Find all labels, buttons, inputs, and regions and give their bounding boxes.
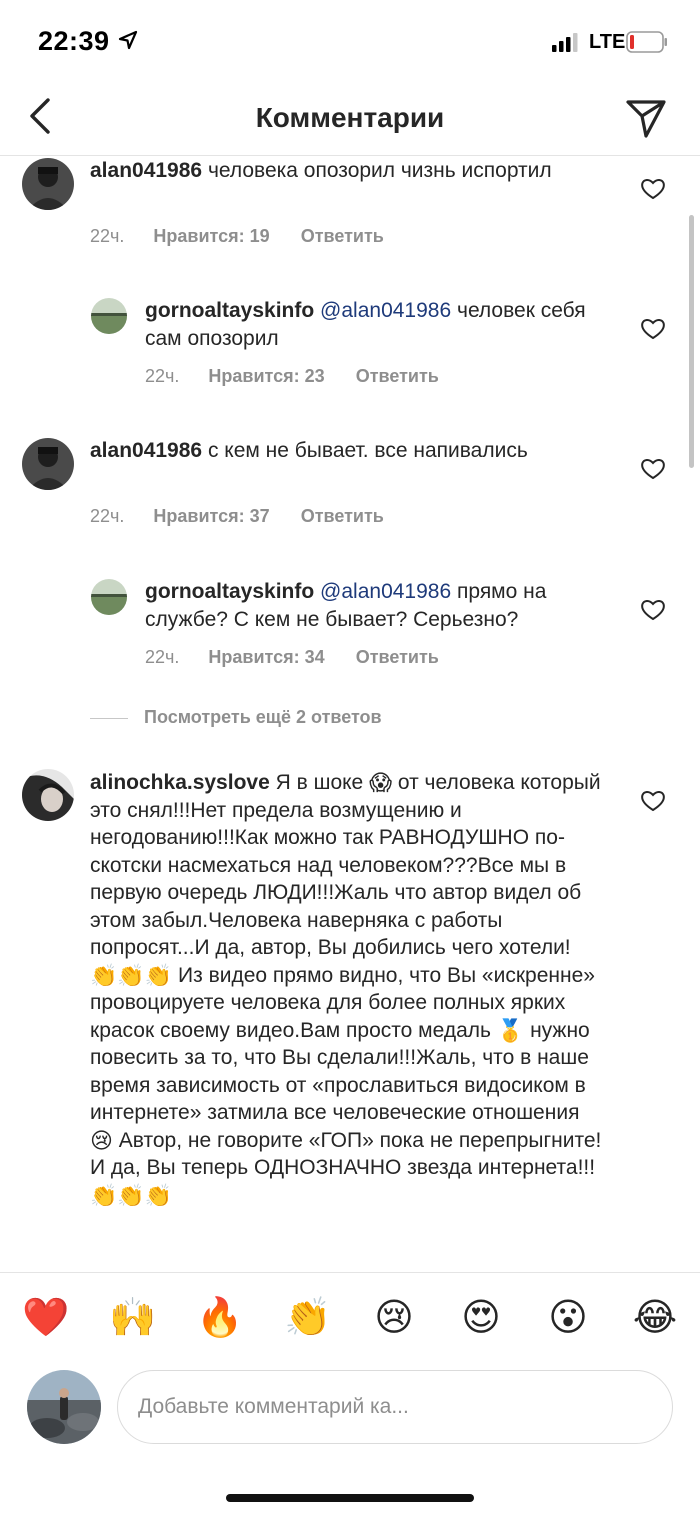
comment-time: 22ч. (90, 506, 125, 526)
comment-text: gornoaltayskinfo @alan041986 прямо на сл… (145, 578, 615, 633)
home-indicator[interactable] (226, 1494, 474, 1502)
comment-likes[interactable]: Нравится: 37 (153, 506, 269, 526)
avatar[interactable] (22, 438, 74, 490)
reply-button[interactable]: Ответить (356, 647, 439, 667)
comment-username[interactable]: gornoaltayskinfo (145, 299, 314, 322)
like-heart-icon[interactable] (640, 177, 666, 201)
comment-body-part: Автор, не говорите «ГОП» пока не перепры… (90, 1128, 602, 1180)
comment-mention[interactable]: @alan041986 (320, 299, 451, 322)
avatar[interactable] (22, 769, 74, 821)
laughing-emoji-button[interactable]: 😂 (632, 1295, 678, 1341)
like-heart-icon[interactable] (640, 598, 666, 622)
comment-composer (0, 1356, 700, 1456)
comment-username[interactable]: alinochka.syslove (90, 771, 270, 794)
comment-time: 22ч. (145, 366, 180, 386)
comments-list[interactable]: alan041986 человека опозорил чизнь испор… (0, 157, 700, 1270)
crying-emoji: 😢 (90, 1127, 113, 1153)
emoji-quick-bar: ❤️ 🙌 🔥 👏 😢 😍 😮 😂 (0, 1272, 700, 1356)
comment-username[interactable]: alan041986 (90, 159, 202, 182)
crying-emoji-button[interactable]: 😢 (371, 1295, 417, 1341)
heart-emoji-button[interactable]: ❤️ (22, 1295, 69, 1341)
scrollbar[interactable] (689, 215, 694, 468)
direct-share-icon[interactable] (624, 96, 668, 140)
page-title: Комментарии (255, 102, 445, 133)
my-avatar (27, 1370, 101, 1444)
comment-body-part: от человека который это снял!!!Нет преде… (90, 771, 601, 959)
comment-body: человека опозорил чизнь испортил (207, 159, 552, 182)
comment-meta: 22ч. Нравится: 23 Ответить (145, 366, 439, 387)
comment-meta: 22ч. Нравится: 19 Ответить (90, 226, 384, 247)
view-more-replies-label[interactable]: Посмотреть ещё 2 ответов (144, 707, 382, 728)
battery-icon (626, 31, 667, 53)
comment-username[interactable]: gornoaltayskinfo (145, 580, 314, 603)
cellular-signal-icon (552, 33, 578, 52)
comment-body-part: Я в шоке (275, 771, 364, 794)
avatar[interactable] (91, 579, 127, 615)
status-time: 22:39 (38, 26, 110, 56)
avatar[interactable] (91, 298, 127, 334)
fire-emoji-button[interactable]: 🔥 (196, 1295, 243, 1341)
surprised-emoji-button[interactable]: 😮 (545, 1295, 591, 1341)
comment-time: 22ч. (145, 647, 180, 667)
scream-emoji: 😱 (369, 770, 393, 796)
like-heart-icon[interactable] (640, 317, 666, 341)
clap-emoji: 👏👏👏 (90, 1182, 173, 1208)
comment-body: с кем не бывает. все напивались (207, 439, 528, 462)
reply-button[interactable]: Ответить (301, 226, 384, 246)
raising-hands-emoji-button[interactable]: 🙌 (109, 1295, 156, 1341)
comment-username[interactable]: alan041986 (90, 439, 202, 462)
comment-likes[interactable]: Нравится: 34 (208, 647, 324, 667)
like-heart-icon[interactable] (640, 457, 666, 481)
status-bar: 22:39 LTE (0, 0, 700, 80)
reply-button[interactable]: Ответить (301, 506, 384, 526)
comment-text: alinochka.syslove Я в шоке 😱 от человека… (90, 769, 608, 1209)
comment-mention[interactable]: @alan041986 (320, 580, 451, 603)
location-arrow-icon (118, 30, 138, 50)
comment-likes[interactable]: Нравится: 23 (208, 366, 324, 386)
medal-emoji: 🥇 (496, 1017, 525, 1043)
comment-likes[interactable]: Нравится: 19 (153, 226, 269, 246)
comment-text: alan041986 с кем не бывает. все напивали… (90, 437, 590, 465)
clap-emoji-button[interactable]: 👏 (284, 1295, 331, 1341)
comment-meta: 22ч. Нравится: 34 Ответить (145, 647, 439, 668)
like-heart-icon[interactable] (640, 789, 666, 813)
reply-button[interactable]: Ответить (356, 366, 439, 386)
avatar[interactable] (22, 158, 74, 210)
network-type: LTE (589, 31, 626, 53)
comment-text: gornoaltayskinfo @alan041986 человек себ… (145, 297, 615, 352)
clap-emoji: 👏👏👏 (90, 962, 173, 988)
comment-input[interactable] (117, 1370, 673, 1444)
comment-time: 22ч. (90, 226, 125, 246)
heart-eyes-emoji-button[interactable]: 😍 (458, 1295, 504, 1341)
comment-meta: 22ч. Нравится: 37 Ответить (90, 506, 384, 527)
header: Комментарии (0, 80, 700, 156)
divider-line (90, 718, 128, 719)
comment-text: alan041986 человека опозорил чизнь испор… (90, 157, 590, 185)
